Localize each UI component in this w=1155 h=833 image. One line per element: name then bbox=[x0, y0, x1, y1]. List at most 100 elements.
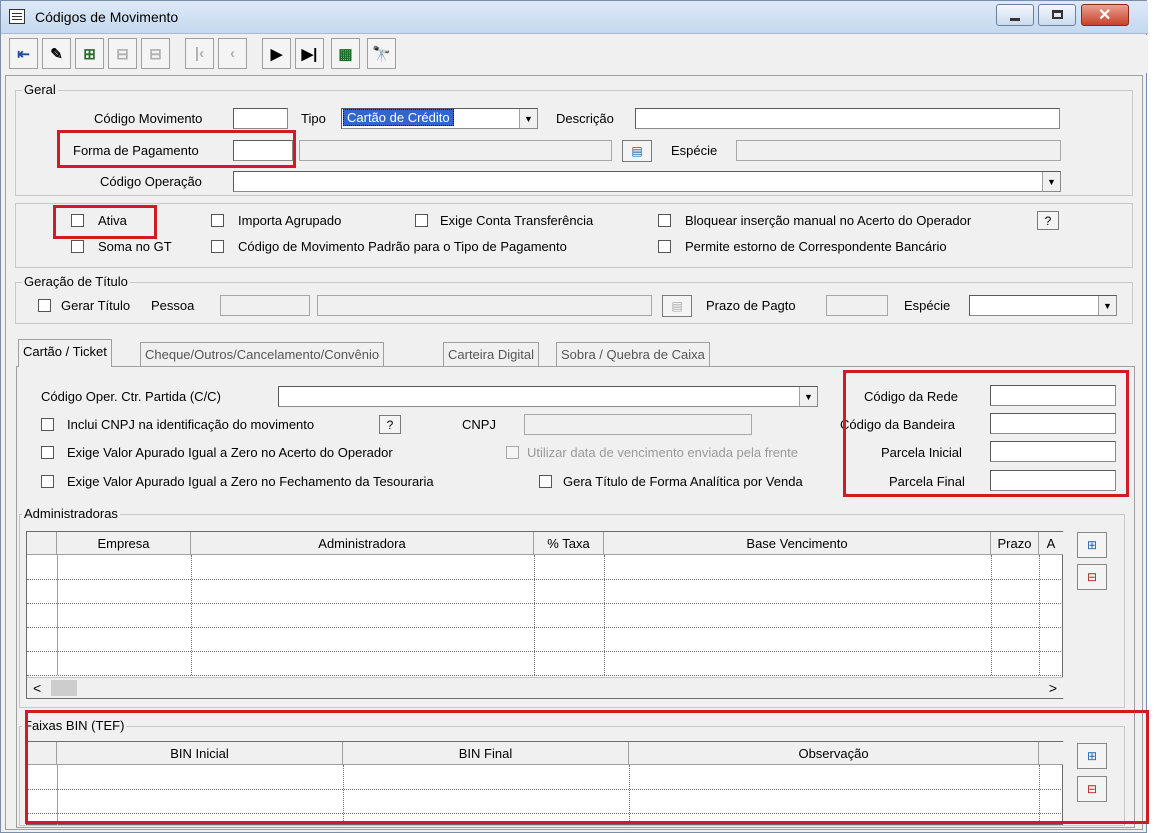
tab-cartao-ticket[interactable]: Cartão / Ticket bbox=[18, 339, 112, 367]
delete-record-icon: ⊟ bbox=[149, 45, 162, 63]
close-button[interactable]: ✕ bbox=[1081, 4, 1129, 26]
codigo-operacao-label: Código Operação bbox=[100, 174, 202, 189]
edit-button[interactable]: ⊟ bbox=[108, 38, 137, 69]
remove-bin-button[interactable]: ⊟ bbox=[1077, 776, 1107, 802]
inclui-cnpj-checkbox[interactable] bbox=[41, 418, 54, 431]
codigo-rede-label: Código da Rede bbox=[864, 389, 958, 404]
col-bin-final[interactable]: BIN Final bbox=[343, 742, 629, 765]
chevron-down-icon: ▼ bbox=[1098, 296, 1116, 315]
delete-button[interactable]: ⊟ bbox=[141, 38, 170, 69]
main-window: Códigos de Movimento ✕ ⇤ ✎ ⊞ ⊟ ⊟ |‹ ‹ ▶ … bbox=[0, 0, 1148, 833]
eraser-icon: ✎ bbox=[50, 45, 63, 63]
forma-pagamento-input[interactable] bbox=[233, 140, 293, 161]
tab-carteira-digital[interactable]: Carteira Digital bbox=[443, 342, 539, 366]
parcela-final-input[interactable] bbox=[990, 470, 1116, 491]
tab-cheque-outros[interactable]: Cheque/Outros/Cancelamento/Convênio bbox=[140, 342, 385, 366]
ativa-checkbox[interactable] bbox=[71, 214, 84, 227]
add-administradora-button[interactable]: ⊞ bbox=[1077, 532, 1107, 558]
next-button[interactable]: ▶ bbox=[262, 38, 291, 69]
form-panel: Geral Código Movimento Tipo Cartão de Cr… bbox=[5, 75, 1143, 830]
edit-record-icon: ⊟ bbox=[116, 45, 129, 63]
tipo-selected-value: Cartão de Crédito bbox=[343, 109, 454, 126]
bloquear-help-button[interactable]: ? bbox=[1037, 211, 1059, 230]
table-row[interactable] bbox=[27, 603, 1063, 604]
gera-titulo-analitico-checkbox[interactable] bbox=[539, 475, 552, 488]
col-observacao[interactable]: Observação bbox=[629, 742, 1039, 765]
remove-row-icon: ⊟ bbox=[1086, 570, 1098, 584]
col-base-vencimento[interactable]: Base Vencimento bbox=[604, 532, 991, 555]
exige-conta-checkbox[interactable] bbox=[415, 214, 428, 227]
toolbar: ⇤ ✎ ⊞ ⊟ ⊟ |‹ ‹ ▶ ▶| ▦ 🔭 bbox=[1, 35, 1148, 73]
administradoras-grid[interactable]: Empresa Administradora % Taxa Base Venci… bbox=[26, 531, 1063, 699]
cnpj-label: CNPJ bbox=[462, 417, 496, 432]
exige-zero-fechamento-checkbox[interactable] bbox=[41, 475, 54, 488]
last-button[interactable]: ▶| bbox=[295, 38, 324, 69]
minimize-button[interactable] bbox=[996, 4, 1034, 26]
table-row[interactable] bbox=[27, 651, 1063, 652]
soma-gt-label: Soma no GT bbox=[98, 239, 172, 254]
parcela-inicial-input[interactable] bbox=[990, 441, 1116, 462]
importa-agrupado-checkbox[interactable] bbox=[211, 214, 224, 227]
descricao-input[interactable] bbox=[635, 108, 1060, 129]
gerar-titulo-label: Gerar Título bbox=[61, 298, 131, 313]
remove-row-icon: ⊟ bbox=[1086, 782, 1098, 796]
table-row[interactable] bbox=[27, 579, 1063, 580]
add-button[interactable]: ⊞ bbox=[75, 38, 104, 69]
codigo-oper-ctr-select[interactable]: ▼ bbox=[278, 386, 818, 407]
exige-zero-acerto-checkbox[interactable] bbox=[41, 446, 54, 459]
tipo-select[interactable]: Cartão de Crédito ▼ bbox=[341, 108, 538, 129]
codigo-movimento-label: Código Movimento bbox=[94, 111, 203, 126]
codigo-rede-input[interactable] bbox=[990, 385, 1116, 406]
utilizar-data-checkbox[interactable] bbox=[506, 446, 519, 459]
col-administradora[interactable]: Administradora bbox=[191, 532, 534, 555]
inclui-cnpj-help-button[interactable]: ? bbox=[379, 415, 401, 434]
codigo-bandeira-input[interactable] bbox=[990, 413, 1116, 434]
last-icon: ▶| bbox=[301, 45, 318, 63]
gerar-titulo-checkbox[interactable] bbox=[38, 299, 51, 312]
horizontal-scrollbar[interactable]: < > bbox=[27, 677, 1063, 698]
faixas-bin-grid[interactable]: BIN Inicial BIN Final Observação bbox=[26, 741, 1063, 825]
grid-divider bbox=[534, 555, 535, 675]
pessoa-lookup-button[interactable]: ▤ bbox=[662, 295, 692, 317]
administradoras-group-label: Administradoras bbox=[22, 506, 120, 521]
search-button[interactable]: 🔭 bbox=[367, 38, 396, 69]
add-record-icon: ⊞ bbox=[83, 45, 96, 63]
clear-button[interactable]: ✎ bbox=[42, 38, 71, 69]
codigo-oper-ctr-label: Código Oper. Ctr. Partida (C/C) bbox=[41, 389, 221, 404]
col-prazo[interactable]: Prazo bbox=[991, 532, 1039, 555]
pessoa-name-field bbox=[317, 295, 652, 316]
codigo-operacao-select[interactable]: ▼ bbox=[233, 171, 1061, 192]
prev-icon: ‹ bbox=[230, 45, 235, 62]
especie-label: Espécie bbox=[671, 143, 718, 158]
col-bin-inicial[interactable]: BIN Inicial bbox=[57, 742, 343, 765]
exige-zero-fechamento-label: Exige Valor Apurado Igual a Zero no Fech… bbox=[67, 474, 434, 489]
remove-administradora-button[interactable]: ⊟ bbox=[1077, 564, 1107, 590]
forma-pagamento-lookup-button[interactable]: ▤ bbox=[622, 140, 652, 162]
table-row[interactable] bbox=[27, 789, 1063, 790]
add-bin-button[interactable]: ⊞ bbox=[1077, 743, 1107, 769]
prev-button[interactable]: ‹ bbox=[218, 38, 247, 69]
codigo-movimento-input[interactable] bbox=[233, 108, 288, 129]
col-a[interactable]: A bbox=[1039, 532, 1063, 555]
table-row[interactable] bbox=[27, 627, 1063, 628]
maximize-button[interactable] bbox=[1038, 4, 1076, 26]
scroll-left-button[interactable]: < bbox=[33, 680, 41, 696]
grid-button[interactable]: ▦ bbox=[331, 38, 360, 69]
padrao-tipo-pagamento-checkbox[interactable] bbox=[211, 240, 224, 253]
permite-estorno-checkbox[interactable] bbox=[658, 240, 671, 253]
exit-button[interactable]: ⇤ bbox=[9, 38, 38, 69]
scroll-right-button[interactable]: > bbox=[1049, 680, 1057, 696]
scrollbar-thumb[interactable] bbox=[51, 680, 77, 696]
bloquear-checkbox[interactable] bbox=[658, 214, 671, 227]
soma-gt-checkbox[interactable] bbox=[71, 240, 84, 253]
first-button[interactable]: |‹ bbox=[185, 38, 214, 69]
col-empresa[interactable]: Empresa bbox=[57, 532, 191, 555]
codigo-bandeira-label: Código da Bandeira bbox=[840, 417, 955, 432]
titulo-especie-select[interactable]: ▼ bbox=[969, 295, 1117, 316]
table-row[interactable] bbox=[27, 675, 1063, 676]
col-taxa[interactable]: % Taxa bbox=[534, 532, 604, 555]
tab-sobra-quebra[interactable]: Sobra / Quebra de Caixa bbox=[556, 342, 710, 366]
close-icon: ✕ bbox=[1098, 7, 1112, 24]
list-icon: ▤ bbox=[671, 299, 683, 313]
table-row[interactable] bbox=[27, 813, 1063, 814]
